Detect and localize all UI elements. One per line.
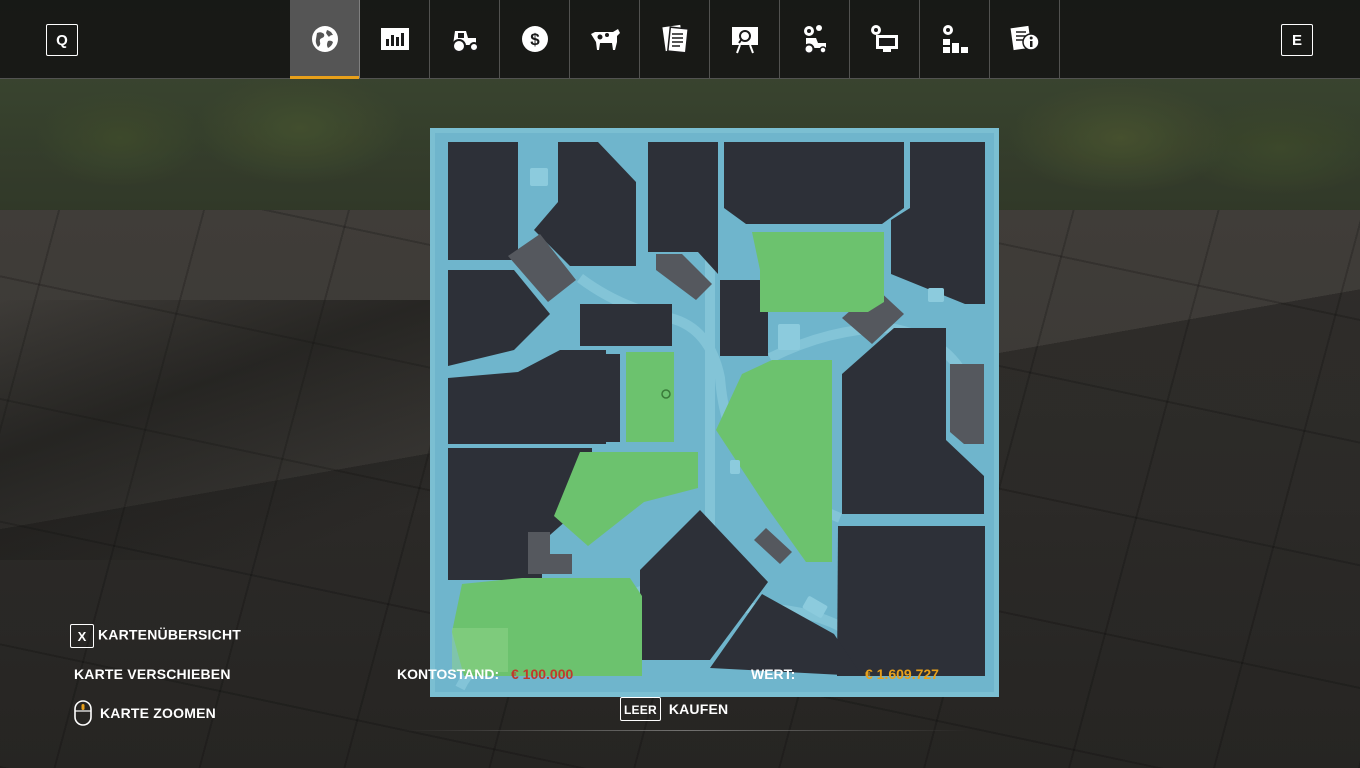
tractor-icon [451, 31, 479, 53]
tab-statistics[interactable] [360, 0, 430, 78]
cow-icon [590, 29, 620, 50]
bottom-divider [400, 730, 970, 731]
top-menu-bar: Q $ E [0, 0, 1360, 79]
gear-boxes-icon [942, 25, 968, 53]
menu-tabs: $ [290, 0, 1060, 79]
value-label: WERT: [751, 666, 796, 682]
dollar-coin-icon: $ [521, 26, 548, 52]
statistics-chart-icon [380, 28, 409, 50]
buy-label: KAUFEN [668, 701, 729, 717]
svg-text:$: $ [530, 30, 540, 49]
monitor-settings-icon [870, 25, 898, 52]
zoom-label: KARTE ZOOMEN [100, 705, 216, 721]
tab-finances[interactable]: $ [500, 0, 570, 78]
map-canvas[interactable] [430, 128, 999, 697]
farmland-map[interactable] [430, 128, 999, 697]
prev-page-key-button[interactable]: Q [46, 24, 78, 56]
tab-game-settings[interactable] [780, 0, 850, 78]
tab-controls[interactable] [920, 0, 990, 78]
overview-key[interactable]: X [70, 624, 94, 648]
balance-label: KONTOSTAND: [397, 666, 500, 682]
tab-help[interactable] [990, 0, 1060, 78]
presentation-board-icon [731, 27, 758, 54]
buy-key[interactable]: LEER [620, 697, 661, 721]
tab-contracts[interactable] [640, 0, 710, 78]
tab-animals[interactable] [570, 0, 640, 78]
globe-map-icon [311, 26, 338, 52]
move-map-label: KARTE VERSCHIEBEN [74, 666, 231, 682]
help-info-papers-icon [1010, 25, 1040, 51]
balance-value: € 100.000 [511, 666, 574, 682]
tab-general-settings[interactable] [850, 0, 920, 78]
overview-hint[interactable]: X KARTENÜBERSICHT [70, 624, 241, 648]
tab-map[interactable] [290, 0, 360, 79]
contracts-papers-icon [661, 24, 689, 54]
farmland-value: € 1.609.727 [865, 666, 939, 682]
next-page-key-button[interactable]: E [1281, 24, 1313, 56]
buy-hint[interactable]: LEER KAUFEN [620, 697, 728, 721]
mouse-wheel-icon [74, 700, 92, 726]
zoom-hint: KARTE ZOOMEN [74, 700, 216, 726]
tractor-settings-icon [803, 25, 827, 55]
tab-vehicles[interactable] [430, 0, 500, 78]
tab-tutorials[interactable] [710, 0, 780, 78]
overview-label: KARTENÜBERSICHT [98, 626, 241, 643]
